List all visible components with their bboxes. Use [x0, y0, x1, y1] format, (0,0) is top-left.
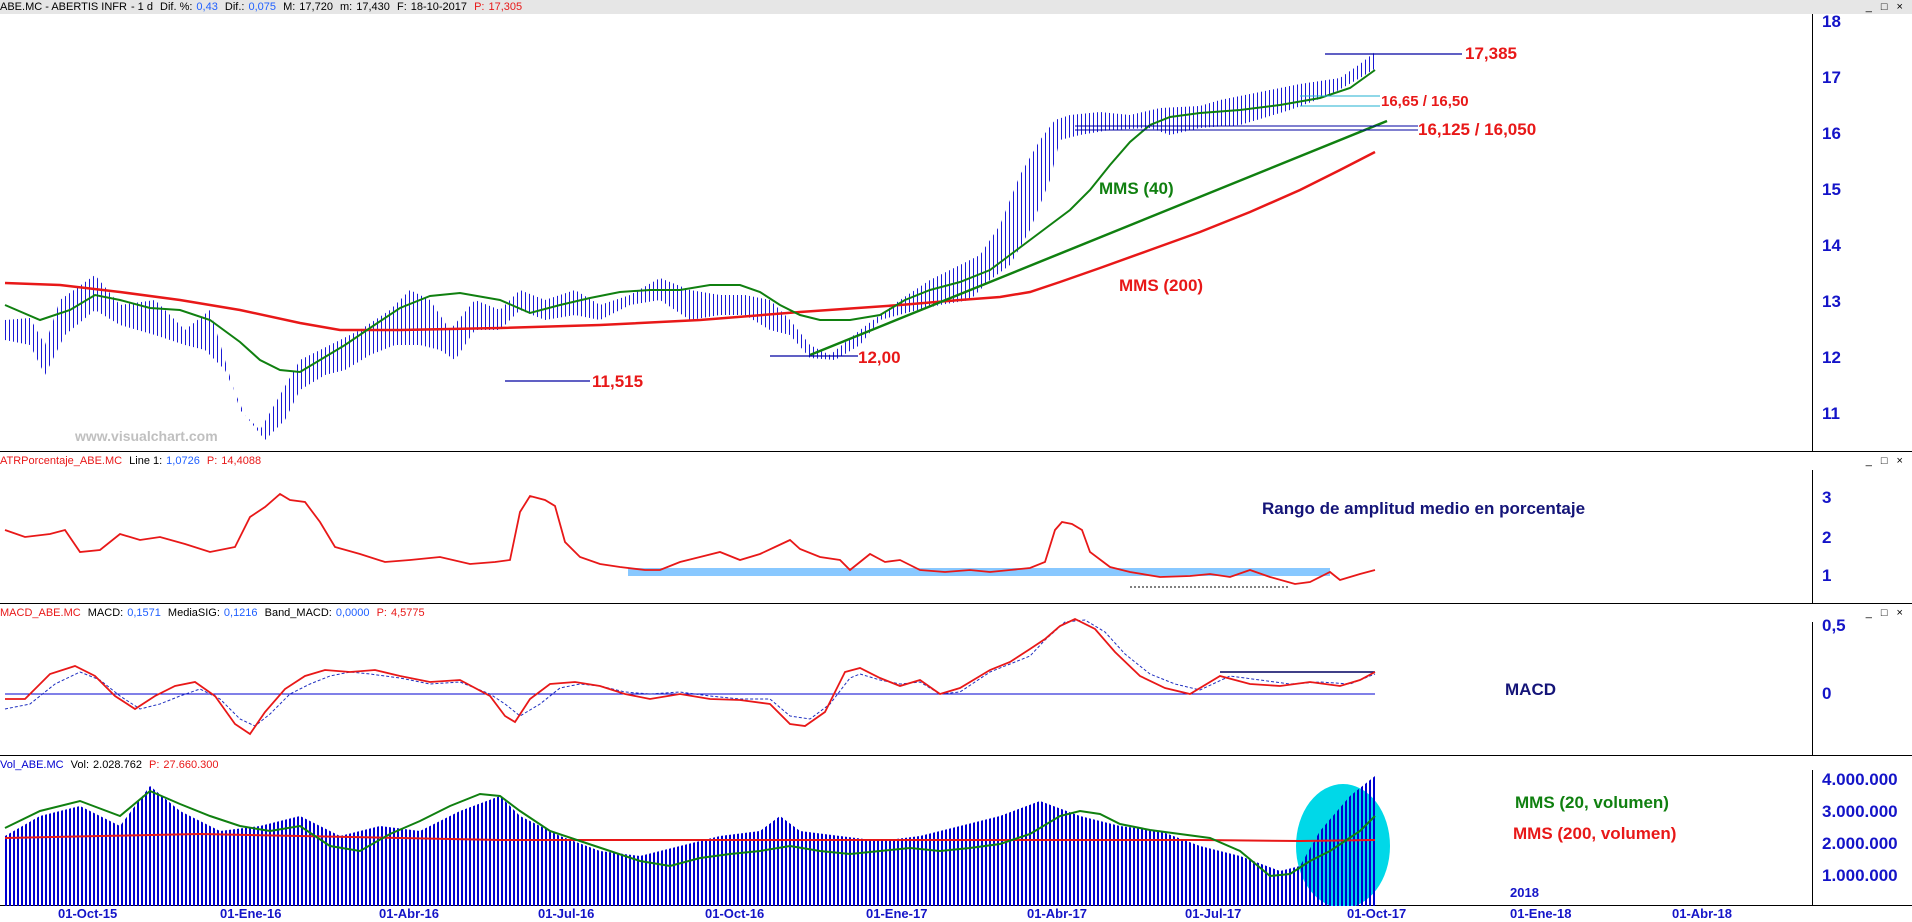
level-16125-label: 16,125 / 16,050	[1418, 120, 1537, 139]
atr-tick-1: 1	[1822, 566, 1832, 585]
date-tick-jul16: 01-Jul-16	[538, 906, 595, 921]
price-chart	[4, 52, 1462, 440]
price-tick-18: 18	[1822, 12, 1841, 31]
date-tick-oct16: 01-Oct-16	[705, 906, 765, 921]
macd-tick-0: 0	[1822, 684, 1832, 703]
atr-panel[interactable]: ATRPorcentaje_ABE.MC Line 1: 1,0726 P: 14,…	[0, 452, 1912, 604]
watermark: www.visualchart.com	[75, 428, 218, 444]
atr-title: Rango de amplitud medio en porcentaje	[1262, 499, 1586, 518]
volume-tick-3m: 3.000.000	[1822, 802, 1898, 821]
level-11515-label: 11,515	[592, 372, 644, 391]
volume-tick-1m: 1.000.000	[1822, 866, 1898, 885]
date-tick-oct15: 01-Oct-15	[58, 906, 118, 921]
volume-panel[interactable]: Vol_ABE.MC Vol: 2.028.762 P: 27.660.300 MM…	[0, 756, 1912, 906]
date-tick-apr17: 01-Abr-17	[1027, 906, 1087, 921]
level-1200-label: 12,00	[858, 348, 901, 367]
mms200-label: MMS (200)	[1119, 276, 1204, 295]
price-tick-11: 11	[1822, 404, 1840, 423]
macd-tick-05: 0,5	[1822, 616, 1846, 635]
year-marker: 2018	[1510, 885, 1539, 900]
volume-mms200-label: MMS (200, volumen)	[1513, 824, 1677, 843]
price-tick-16: 16	[1822, 124, 1841, 143]
atr-tick-2: 2	[1822, 528, 1832, 547]
level-1665-label: 16,65 / 16,50	[1381, 93, 1469, 110]
price-tick-14: 14	[1822, 236, 1841, 255]
date-tick-apr18: 01-Abr-18	[1672, 906, 1732, 921]
mms40-label: MMS (40)	[1099, 179, 1174, 198]
macd-panel[interactable]: MACD_ABE.MC MACD: 0,1571 MediaSIG: 0,1216 …	[0, 604, 1912, 756]
macd-title: MACD	[1505, 680, 1556, 699]
level-17385-label: 17,385	[1465, 44, 1517, 63]
price-tick-15: 15	[1822, 180, 1841, 199]
date-tick-jan18: 01-Ene-18	[1510, 906, 1572, 921]
price-tick-13: 13	[1822, 292, 1841, 311]
volume-tick-4m: 4.000.000	[1822, 770, 1898, 789]
price-trendline	[809, 119, 1388, 357]
price-tick-17: 17	[1822, 68, 1841, 87]
price-tick-12: 12	[1822, 348, 1841, 367]
date-tick-jan16: 01-Ene-16	[220, 906, 282, 921]
date-tick-jul17: 01-Jul-17	[1185, 906, 1242, 921]
volume-tick-2m: 2.000.000	[1822, 834, 1898, 853]
price-panel[interactable]: ABE.MC - ABERTIS INFR - 1 d Dif. %: 0,43 D…	[0, 0, 1912, 452]
macd-line	[5, 618, 1376, 736]
price-bars	[5, 52, 1376, 440]
macd-signal-line	[4, 619, 1376, 727]
atr-chart	[4, 492, 1376, 588]
atr-tick-3: 3	[1822, 488, 1832, 507]
date-tick-jan17: 01-Ene-17	[866, 906, 928, 921]
macd-chart	[4, 618, 1376, 736]
date-tick-apr16: 01-Abr-16	[379, 906, 439, 921]
date-tick-oct17: 01-Oct-17	[1347, 906, 1407, 921]
volume-mms20-label: MMS (20, volumen)	[1515, 793, 1669, 812]
atr-highlight-band	[628, 568, 1330, 576]
